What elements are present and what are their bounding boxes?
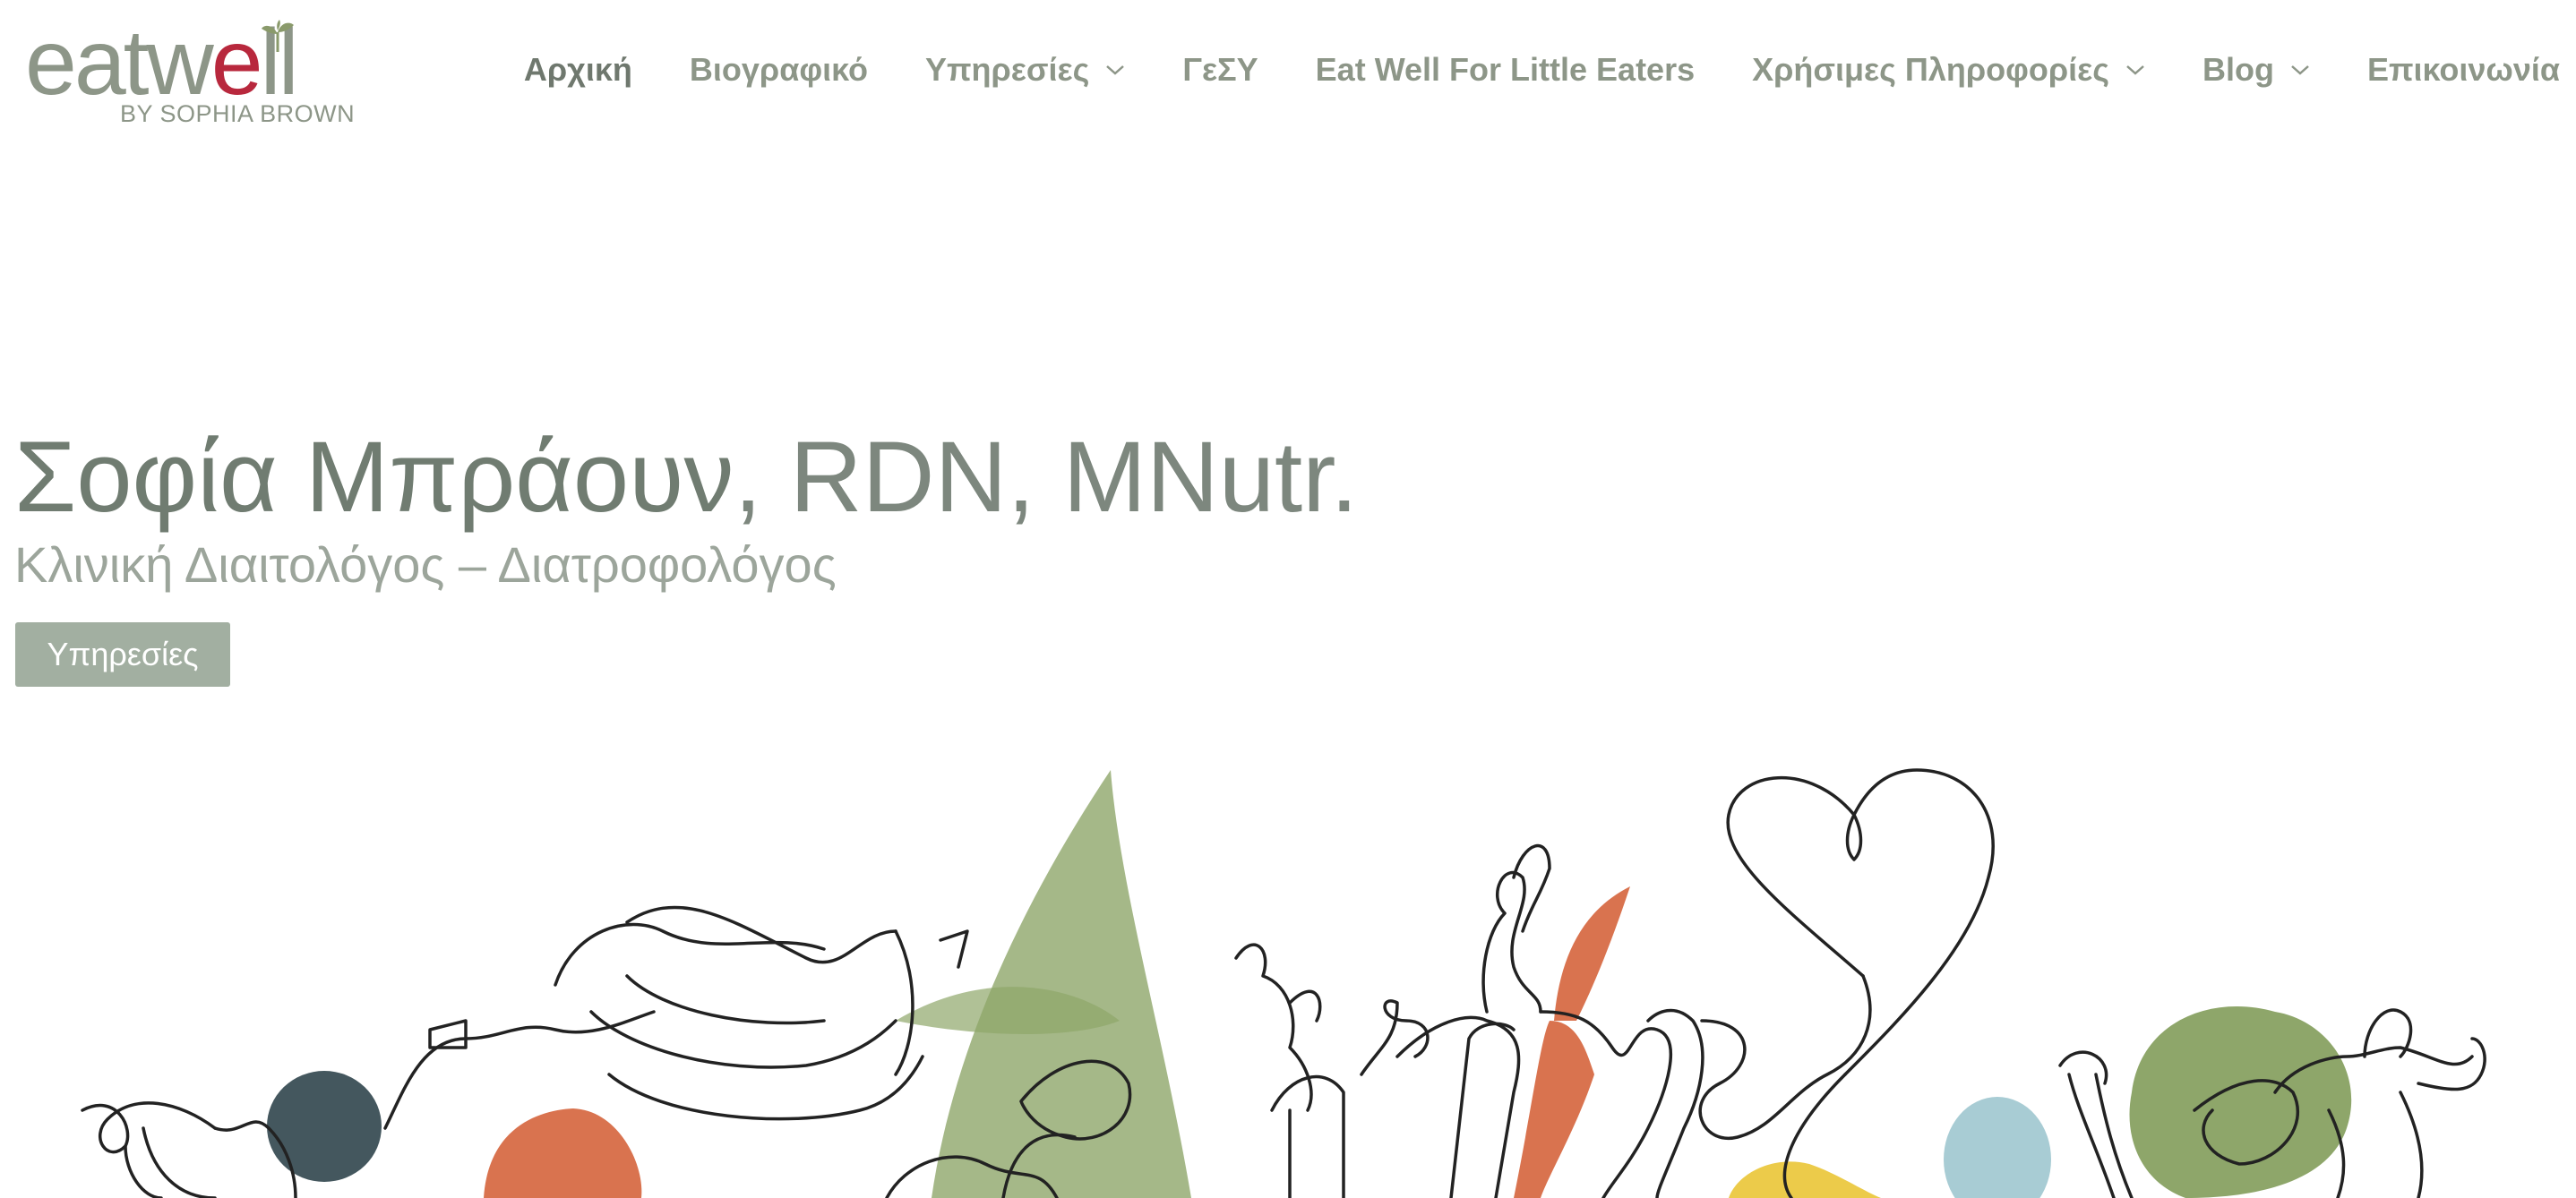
nav-item-label: Αρχική: [523, 51, 632, 88]
nav-item-6[interactable]: Blog: [2202, 51, 2310, 89]
logo-tagline: BY SOPHIA BROWN: [120, 100, 356, 127]
leek-leaf-shape: [896, 987, 1120, 1034]
nav-item-5[interactable]: Χρήσιμες Πληροφορίες: [1752, 51, 2145, 89]
egg-shape: [1944, 1097, 2051, 1198]
logo-part-e: e: [210, 11, 263, 115]
hero-section: Σοφία Μπράουν, RDN, MNutr. Κλινική Διαιτ…: [0, 0, 2576, 1198]
nav-item-label: Eat Well For Little Eaters: [1315, 51, 1696, 88]
cabbage-shape: [2129, 1006, 2352, 1198]
main-nav: Αρχική Βιογραφικό Υπηρεσίες ΓεΣΥ Eat Well Fo…: [467, 0, 2560, 140]
logo-wordmark: eatwell: [25, 11, 299, 115]
vegetables-illustration: [81, 768, 2486, 1198]
chevron-down-icon[interactable]: [1105, 64, 1125, 76]
plum-shape: [267, 1071, 382, 1182]
line-art: [81, 768, 2486, 1198]
nav-item-label: ΓεΣΥ: [1182, 51, 1258, 88]
site-header: eatwell BY SOPHIA BROWN Αρχική Βιογραφικό…: [0, 0, 2576, 143]
chevron-down-icon[interactable]: [2290, 64, 2310, 76]
hero-name: Σοφία Μπράουν: [14, 421, 734, 533]
logo-part-w: w: [146, 11, 214, 115]
nav-item-1[interactable]: Βιογραφικό: [690, 51, 868, 89]
hero-credentials: , RDN, MNutr.: [734, 421, 1359, 533]
nav-item-label: Blog: [2202, 51, 2274, 88]
hero-subtitle: Κλινική Διαιτολόγος – Διατροφολόγος: [14, 536, 837, 593]
color-shapes: [267, 770, 2352, 1198]
hero-title: Σοφία Μπράουν, RDN, MNutr.: [14, 419, 1358, 535]
logo-part-eat: eat: [25, 11, 150, 115]
nav-item-label: Επικοινωνία: [2366, 51, 2560, 88]
nav-item-0[interactable]: Αρχική: [524, 51, 632, 89]
nav-item-2[interactable]: Υπηρεσίες: [925, 51, 1125, 89]
nav-item-label: Χρήσιμες Πληροφορίες: [1752, 51, 2109, 88]
leaf-icon: [262, 20, 294, 52]
onion-shape: [484, 1108, 642, 1198]
nav-item-label: Βιογραφικό: [689, 51, 868, 88]
nav-item-label: Υπηρεσίες: [924, 51, 1090, 88]
lemon-shape: [1729, 1161, 1881, 1198]
carrot-shape: [1514, 1021, 1594, 1198]
nav-item-4[interactable]: Eat Well For Little Eaters: [1316, 51, 1695, 89]
leek-shape: [932, 770, 1191, 1198]
nav-item-7[interactable]: Επικοινωνία: [2367, 51, 2560, 89]
chevron-down-icon[interactable]: [2125, 64, 2145, 76]
site-logo[interactable]: eatwell BY SOPHIA BROWN: [25, 11, 355, 129]
services-button[interactable]: Υπηρεσίες: [15, 622, 230, 687]
carrot-top-shape: [1554, 886, 1630, 1021]
nav-item-3[interactable]: ΓεΣΥ: [1182, 51, 1258, 89]
